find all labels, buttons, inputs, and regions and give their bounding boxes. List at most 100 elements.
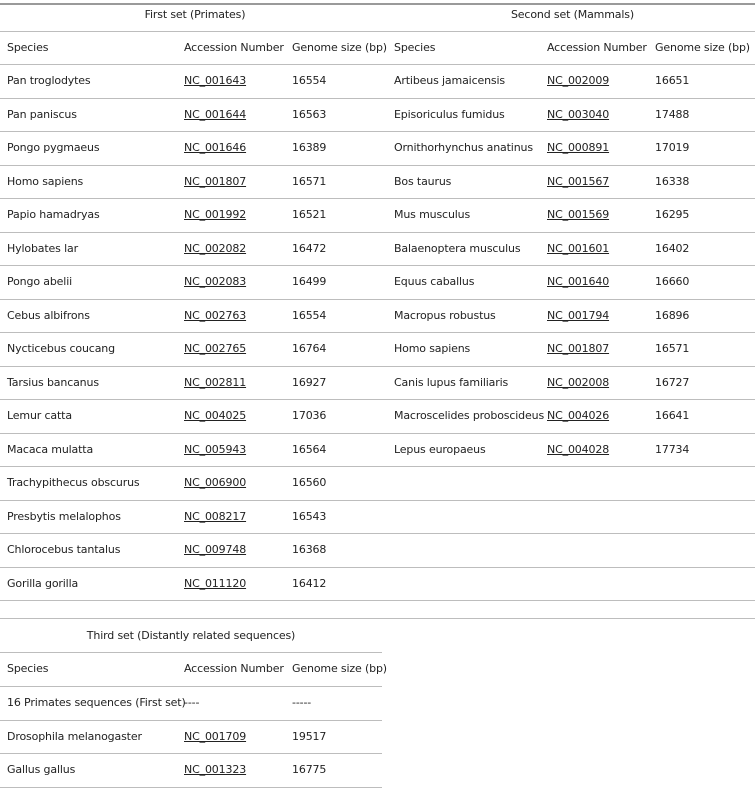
- accession-cell: NC_001807: [184, 175, 246, 189]
- row-divider: [0, 299, 755, 300]
- genome-size: 16564: [292, 443, 327, 456]
- row-divider: [0, 600, 755, 601]
- second-set-header-size: Genome size (bp): [655, 41, 750, 54]
- genome-size: 16295: [655, 208, 690, 221]
- accession-link[interactable]: NC_002008: [547, 376, 609, 389]
- accession-cell: NC_001807: [547, 342, 609, 356]
- top-border: [0, 3, 755, 5]
- accession-link[interactable]: NC_001601: [547, 242, 609, 255]
- table-bottom-border: [0, 618, 755, 619]
- row-divider: [0, 500, 755, 501]
- row-divider: [0, 466, 755, 467]
- accession-cell: NC_004026: [547, 409, 609, 423]
- species-name: Ornithorhynchus anatinus: [394, 141, 533, 154]
- row-divider: [0, 131, 755, 132]
- accession-link[interactable]: NC_002811: [184, 376, 246, 389]
- genome-size: 16543: [292, 510, 327, 523]
- genome-size: 16499: [292, 275, 327, 288]
- species-name: Pan troglodytes: [7, 74, 91, 87]
- accession-link[interactable]: NC_011120: [184, 577, 246, 590]
- genome-size: 16775: [292, 763, 327, 776]
- species-name: Macropus robustus: [394, 309, 496, 322]
- genome-size: 16560: [292, 476, 327, 489]
- row-divider: [0, 433, 755, 434]
- accession-link[interactable]: NC_001794: [547, 309, 609, 322]
- accession-link[interactable]: NC_002763: [184, 309, 246, 322]
- species-name: Homo sapiens: [7, 175, 84, 188]
- accession-link[interactable]: NC_000891: [547, 141, 609, 154]
- accession-link[interactable]: NC_001567: [547, 175, 609, 188]
- accession-link[interactable]: NC_006900: [184, 476, 246, 489]
- species-name: Papio hamadryas: [7, 208, 100, 221]
- accession-link[interactable]: NC_009748: [184, 543, 246, 556]
- genome-size: 16402: [655, 242, 690, 255]
- accession-cell: NC_002083: [184, 275, 246, 289]
- accession-cell: NC_001794: [547, 309, 609, 323]
- accession-link[interactable]: NC_001807: [547, 342, 609, 355]
- third-title-divider: [0, 652, 382, 653]
- genome-size: 16412: [292, 577, 327, 590]
- accession-cell: NC_002008: [547, 376, 609, 390]
- accession-cell: NC_002811: [184, 376, 246, 390]
- row-divider: [0, 366, 755, 367]
- accession-cell: NC_001643: [184, 74, 246, 88]
- accession-cell: NC_001567: [547, 175, 609, 189]
- species-name: Cebus albifrons: [7, 309, 90, 322]
- species-name: Tarsius bancanus: [7, 376, 99, 389]
- accession-cell: NC_001992: [184, 208, 246, 222]
- genome-size: 17488: [655, 108, 690, 121]
- third-set-header-species: Species: [7, 662, 49, 675]
- species-name: Homo sapiens: [394, 342, 471, 355]
- accession-link[interactable]: NC_001646: [184, 141, 246, 154]
- accession-link[interactable]: NC_004026: [547, 409, 609, 422]
- species-name: Gorilla gorilla: [7, 577, 79, 590]
- genome-size: 16764: [292, 342, 327, 355]
- accession-cell: NC_002763: [184, 309, 246, 323]
- accession-link[interactable]: NC_005943: [184, 443, 246, 456]
- third-header-divider: [0, 686, 382, 687]
- accession-cell: ----: [184, 696, 200, 709]
- species-name: Trachypithecus obscurus: [7, 476, 140, 489]
- species-name: Macaca mulatta: [7, 443, 94, 456]
- accession-cell: NC_002009: [547, 74, 609, 88]
- row-divider: [0, 533, 755, 534]
- accession-cell: NC_001323: [184, 763, 246, 777]
- accession-link[interactable]: NC_001807: [184, 175, 246, 188]
- second-set-header-species: Species: [394, 41, 436, 54]
- accession-link[interactable]: NC_008217: [184, 510, 246, 523]
- accession-link[interactable]: NC_002083: [184, 275, 246, 288]
- genome-size: 16927: [292, 376, 327, 389]
- species-name: Mus musculus: [394, 208, 471, 221]
- genome-size: 17734: [655, 443, 690, 456]
- accession-link[interactable]: NC_001644: [184, 108, 246, 121]
- accession-link[interactable]: NC_001992: [184, 208, 246, 221]
- genome-size: 16521: [292, 208, 327, 221]
- first-set-header-accession: Accession Number: [184, 41, 284, 54]
- accession-link[interactable]: NC_004025: [184, 409, 246, 422]
- species-name: Chlorocebus tantalus: [7, 543, 121, 556]
- accession-cell: NC_002082: [184, 242, 246, 256]
- accession-link[interactable]: NC_001569: [547, 208, 609, 221]
- accession-link[interactable]: NC_001643: [184, 74, 246, 87]
- genome-size: 16563: [292, 108, 327, 121]
- accession-link[interactable]: NC_002765: [184, 342, 246, 355]
- accession-link[interactable]: NC_002009: [547, 74, 609, 87]
- first-set-title: First set (Primates): [144, 8, 246, 21]
- third-set-header-accession: Accession Number: [184, 662, 284, 675]
- accession-cell: NC_001569: [547, 208, 609, 222]
- title-divider: [0, 31, 755, 32]
- accession-cell: NC_000891: [547, 141, 609, 155]
- accession-link[interactable]: NC_003040: [547, 108, 609, 121]
- accession-link[interactable]: NC_002082: [184, 242, 246, 255]
- accession-link[interactable]: NC_001709: [184, 730, 246, 743]
- accession-cell: NC_001644: [184, 108, 246, 122]
- accession-cell: NC_009748: [184, 543, 246, 557]
- species-name: Lepus europaeus: [394, 443, 486, 456]
- genome-size: 17036: [292, 409, 327, 422]
- accession-link[interactable]: NC_004028: [547, 443, 609, 456]
- accession-link[interactable]: NC_001323: [184, 763, 246, 776]
- accession-link[interactable]: NC_001640: [547, 275, 609, 288]
- species-name: Nycticebus coucang: [7, 342, 115, 355]
- accession-cell: NC_004025: [184, 409, 246, 423]
- accession-cell: NC_002765: [184, 342, 246, 356]
